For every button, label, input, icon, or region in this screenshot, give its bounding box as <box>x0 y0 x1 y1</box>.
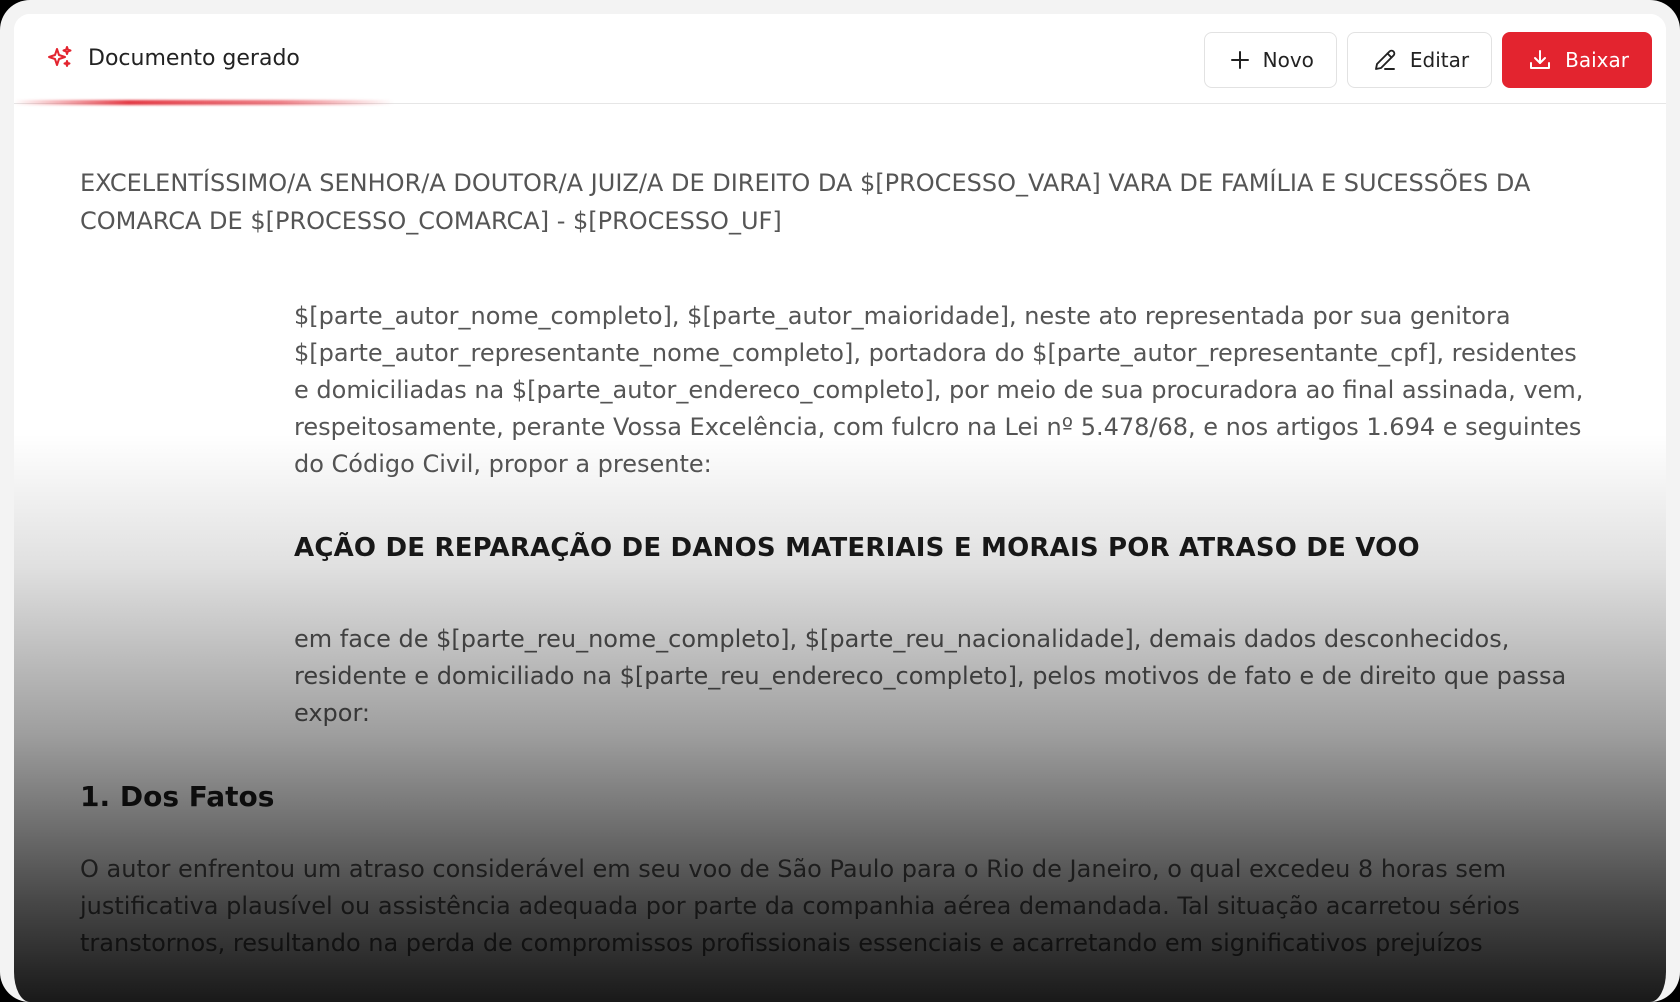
new-button[interactable]: Novo <box>1203 32 1337 88</box>
edit-button-label: Editar <box>1409 48 1470 72</box>
toolbar: Novo Editar Baixar <box>1203 32 1652 88</box>
document-content: EXCELENTÍSSIMO/A SENHOR/A DOUTOR/A JUIZ/… <box>80 164 1600 962</box>
edit-button[interactable]: Editar <box>1346 32 1493 88</box>
court-address: EXCELENTÍSSIMO/A SENHOR/A DOUTOR/A JUIZ/… <box>80 169 1531 235</box>
defendant-qualification: em face de $[parte_reu_nome_completo], $… <box>294 625 1567 727</box>
header-bar: Documento gerado Novo Editar Baixar <box>14 14 1666 105</box>
download-button-label: Baixar <box>1565 48 1629 72</box>
sparkle-icon <box>46 44 74 72</box>
action-title: AÇÃO DE REPARAÇÃO DE DANOS MATERIAIS E M… <box>294 533 1420 563</box>
section-title-facts: 1. Dos Fatos <box>80 780 275 813</box>
header-title-text: Documento gerado <box>88 45 300 71</box>
pencil-icon <box>1372 47 1398 73</box>
header-title: Documento gerado <box>46 44 300 72</box>
accent-underline <box>14 100 394 105</box>
download-button[interactable]: Baixar <box>1502 32 1652 88</box>
new-button-label: Novo <box>1262 48 1314 72</box>
document-window: Documento gerado Novo Editar Baixar EXCE… <box>0 0 1680 1002</box>
download-icon <box>1527 47 1553 73</box>
plus-icon <box>1229 49 1251 71</box>
plaintiff-qualification: $[parte_autor_nome_completo], $[parte_au… <box>294 302 1584 478</box>
section-text-facts: O autor enfrentou um atraso considerável… <box>80 855 1520 957</box>
